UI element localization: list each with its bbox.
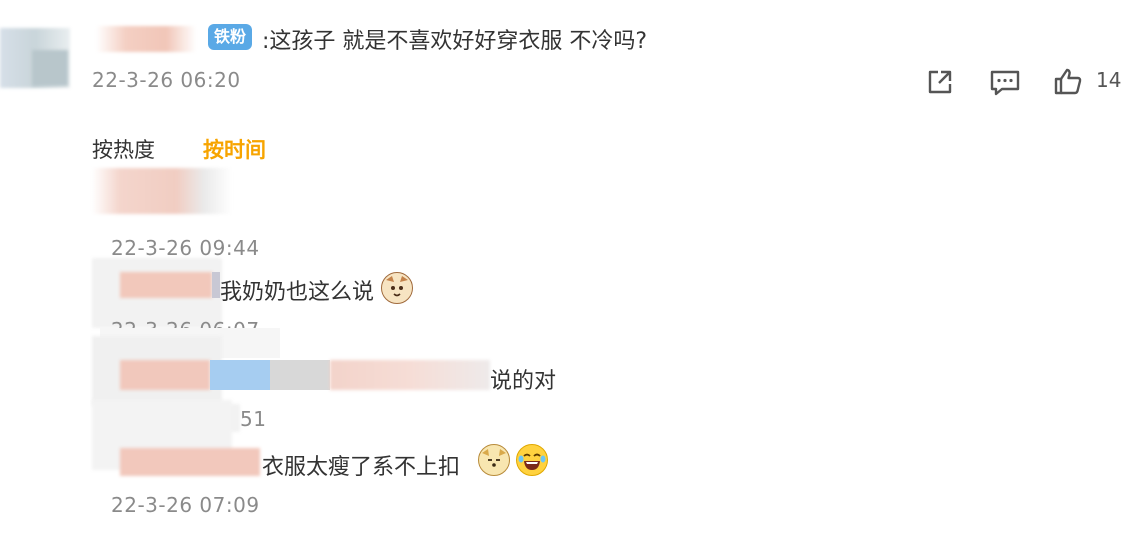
reply1-username-blur bbox=[92, 168, 232, 214]
reply3-username-blur bbox=[120, 360, 210, 390]
like-icon[interactable] bbox=[1052, 66, 1084, 102]
reply2-username-edge bbox=[212, 272, 220, 298]
main-comment-timestamp: 22-3-26 06:20 bbox=[92, 68, 241, 92]
reply3-text: 说的对 bbox=[490, 369, 557, 394]
main-comment-text: :这孩子 就是不喜欢好好穿衣服 不冷吗? bbox=[262, 29, 648, 54]
laughing-emoji bbox=[516, 444, 548, 476]
fan-badge: 铁粉 bbox=[208, 24, 253, 50]
reply3-timestamp: 51 bbox=[240, 407, 267, 431]
reply1-timestamp: 22-3-26 09:44 bbox=[111, 236, 260, 260]
reply4-timestamp: 22-3-26 07:09 bbox=[111, 493, 260, 517]
share-icon[interactable] bbox=[924, 66, 956, 102]
reply3-gray-block bbox=[270, 360, 330, 390]
reply-left-edge-fade bbox=[0, 160, 90, 552]
reply4-text: 衣服太瘦了系不上扣 bbox=[262, 455, 461, 480]
comment-actions: 14 bbox=[924, 64, 1130, 100]
avatar-blur-top-dark bbox=[32, 50, 68, 86]
username-blur bbox=[96, 26, 196, 52]
reply2-username-blur bbox=[120, 272, 212, 298]
tab-sort-by-hot[interactable]: 按热度 bbox=[92, 134, 155, 164]
comment-icon[interactable] bbox=[988, 66, 1022, 102]
reply2-text: 我奶奶也这么说 bbox=[220, 280, 375, 305]
dog-face-emoji bbox=[478, 444, 510, 476]
tab-sort-by-time[interactable]: 按时间 bbox=[203, 134, 266, 164]
like-count: 14 bbox=[1096, 68, 1122, 92]
cat-face-emoji bbox=[381, 272, 413, 304]
reply4-username-blur bbox=[120, 448, 260, 476]
reply3-blue-block bbox=[210, 360, 270, 390]
reply3-pink-block bbox=[330, 360, 490, 390]
